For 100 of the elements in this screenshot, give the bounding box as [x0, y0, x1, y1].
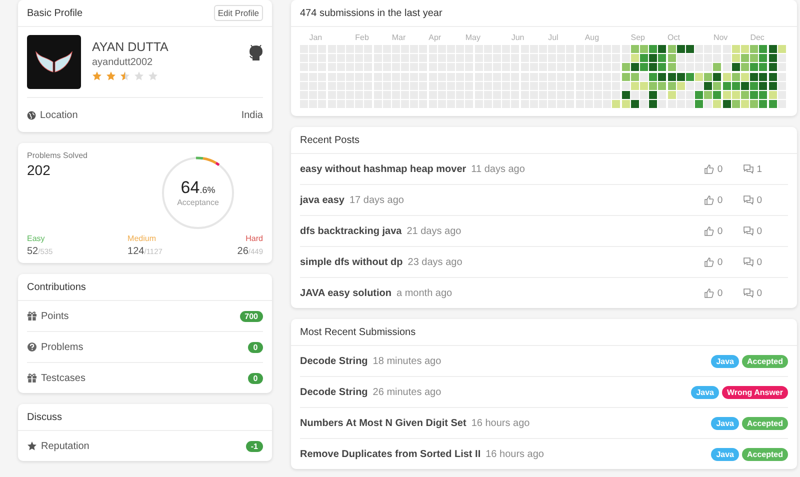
like-count: 0 — [717, 288, 723, 299]
comments-icon — [742, 288, 754, 298]
post-title-link[interactable]: java easy — [300, 194, 344, 206]
heatmap-cell — [658, 82, 666, 90]
heatmap-cell — [622, 54, 630, 62]
heatmap-cell — [676, 72, 685, 81]
submission-title-link[interactable]: Numbers At Most N Given Digit Set — [300, 418, 466, 429]
heatmap-cell — [658, 63, 666, 72]
heatmap-cell — [713, 63, 722, 72]
heatmap-cell — [732, 63, 740, 72]
heatmap-cell — [768, 72, 777, 81]
heatmap-cell — [649, 63, 658, 72]
heatmap-cell — [658, 72, 666, 81]
count-badge: -1 — [246, 440, 263, 452]
user-name: AYAN DUTTA — [92, 40, 170, 54]
heatmap-cell — [686, 100, 694, 108]
status-tag: Accepted — [742, 448, 788, 461]
heatmap-cell — [704, 54, 712, 62]
heatmap-cell — [686, 90, 694, 99]
heatmap-cell — [713, 90, 722, 99]
heatmap-cell — [640, 100, 648, 108]
edit-profile-button[interactable]: Edit Profile — [214, 5, 263, 21]
heatmap-cell — [704, 72, 712, 81]
submission-title-link[interactable]: Remove Duplicates from Sorted List II — [300, 448, 481, 460]
post-title-link[interactable]: dfs backtracking java — [300, 226, 402, 237]
heatmap-cell — [603, 90, 612, 99]
difficulty-label: Hard — [246, 234, 263, 243]
heatmap-cell — [676, 90, 685, 99]
acceptance-rate: 64 — [180, 178, 200, 198]
submission-time: 18 minutes ago — [372, 356, 442, 367]
globe-icon — [27, 110, 36, 120]
heatmap-cell — [778, 72, 786, 81]
heatmap-cell — [768, 63, 777, 72]
heatmap-cell — [612, 100, 620, 108]
post-title-link[interactable]: simple dfs without dp — [300, 256, 403, 268]
heatmap-cell — [750, 100, 758, 108]
heatmap-cell — [759, 63, 768, 72]
heatmap-cell — [649, 82, 658, 90]
heatmap-cell — [640, 72, 648, 81]
heatmap-cell — [630, 82, 639, 90]
post-time: a month ago — [396, 288, 452, 299]
heatmap-cell — [759, 72, 768, 81]
heatmap-cell — [612, 54, 620, 62]
heatmap-cell — [686, 82, 694, 90]
heatmap-cell — [750, 90, 758, 99]
comments-icon — [742, 164, 754, 174]
heatmap-cell — [612, 82, 620, 90]
heatmap-cell — [676, 63, 685, 72]
comment-count: 0 — [756, 256, 762, 268]
month-label: Jul — [548, 33, 560, 42]
heatmap-cell — [612, 90, 620, 99]
question-icon — [27, 342, 37, 352]
thumbs-up-icon — [704, 195, 714, 206]
month-label: May — [465, 33, 482, 42]
star-icon — [27, 441, 37, 451]
post-time: 11 days ago — [471, 164, 525, 175]
card-title: Most Recent Submissions — [300, 326, 416, 338]
heatmap-cell — [732, 72, 740, 81]
heatmap-cell — [649, 54, 658, 62]
submission-title-link[interactable]: Decode String — [300, 386, 368, 398]
submission-title-link[interactable]: Decode String — [300, 356, 368, 367]
item-label: Testcases — [41, 372, 86, 384]
heatmap-cell — [630, 54, 639, 62]
month-label: Mar — [392, 33, 407, 42]
heatmap-cell — [630, 63, 639, 72]
heatmap-cell — [640, 63, 648, 72]
submission-time: 26 minutes ago — [372, 386, 442, 398]
heatmap-cell — [686, 72, 694, 81]
heatmap-cell — [732, 90, 740, 99]
card-title: Recent Posts — [300, 134, 360, 146]
like-count: 0 — [717, 256, 723, 268]
heatmap-cell — [750, 54, 758, 62]
heatmap-cell — [695, 90, 704, 99]
heatmap-cell — [649, 72, 658, 81]
comments-icon — [742, 257, 754, 268]
heatmap-cell — [704, 82, 712, 90]
heatmap-cell — [676, 100, 685, 108]
heatmap-cell — [676, 82, 685, 90]
heatmap-cell — [722, 100, 731, 108]
heatmap-cell — [612, 63, 620, 72]
month-label: Oct — [668, 33, 681, 42]
heatmap-cell — [640, 82, 648, 90]
heatmap-cell — [695, 63, 704, 72]
heatmap-cell — [622, 82, 630, 90]
heatmap-cell — [713, 72, 722, 81]
heatmap-cell — [603, 100, 612, 108]
card-title: Basic Profile — [27, 8, 83, 18]
card-title: Discuss — [27, 412, 62, 422]
heatmap-cell — [713, 100, 722, 108]
acceptance-decimal: .6% — [200, 185, 216, 195]
submission-time: 16 hours ago — [486, 448, 544, 460]
post-title-link[interactable]: easy without hashmap heap mover — [300, 164, 466, 175]
item-label: Reputation — [41, 440, 90, 452]
post-time: 17 days ago — [350, 194, 404, 206]
comment-count: 0 — [756, 194, 762, 206]
status-tag: Wrong Answer — [722, 386, 788, 399]
month-label: Nov — [713, 33, 729, 42]
post-title-link[interactable]: JAVA easy solution — [300, 288, 392, 299]
comment-count: 0 — [756, 226, 762, 237]
heatmap-cell — [640, 90, 648, 99]
